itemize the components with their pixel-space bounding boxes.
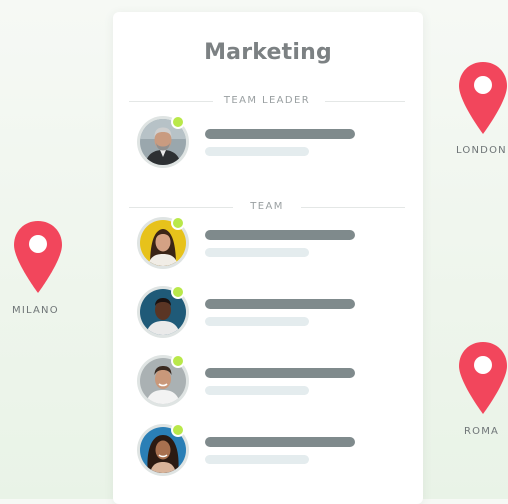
milano-label: MILANO	[12, 305, 59, 316]
team-member-row[interactable]	[137, 423, 397, 480]
name-placeholder-bar	[205, 368, 355, 378]
role-placeholder-bar	[205, 386, 309, 395]
team-member-row[interactable]	[137, 285, 397, 342]
name-placeholder-bar	[205, 437, 355, 447]
roma-label: ROMA	[464, 426, 500, 437]
role-placeholder-bar	[205, 248, 309, 257]
card-title: Marketing	[204, 40, 332, 65]
name-placeholder-bar	[205, 230, 355, 240]
team-leader-divider: TEAM LEADER	[129, 94, 405, 108]
name-placeholder-bar	[205, 299, 355, 309]
name-placeholder-bar	[205, 129, 355, 139]
role-placeholder-bar	[205, 317, 309, 326]
team-member-row[interactable]	[137, 216, 397, 273]
team-member-row[interactable]	[137, 354, 397, 411]
team-leader-row[interactable]	[137, 115, 397, 172]
milano-pin-icon[interactable]	[12, 219, 64, 300]
team-card: Marketing TEAM LEADER TEAM	[113, 12, 423, 504]
london-label: LONDON	[456, 145, 507, 156]
roma-pin-icon[interactable]	[457, 340, 508, 421]
divider-line	[301, 207, 405, 208]
online-status-dot	[171, 115, 185, 129]
online-status-dot	[171, 423, 185, 437]
team-divider: TEAM	[129, 200, 405, 214]
role-placeholder-bar	[205, 147, 309, 156]
role-placeholder-bar	[205, 455, 309, 464]
online-status-dot	[171, 216, 185, 230]
online-status-dot	[171, 354, 185, 368]
online-status-dot	[171, 285, 185, 299]
divider-line	[325, 101, 405, 102]
london-pin-icon[interactable]	[457, 60, 508, 141]
